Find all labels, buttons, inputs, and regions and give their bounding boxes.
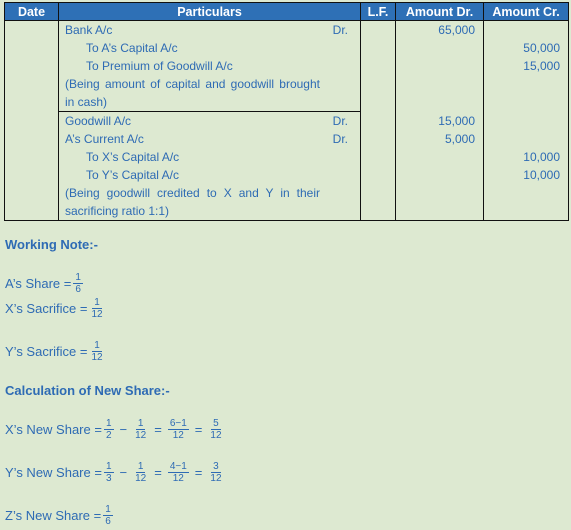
y-new-share-equation: Y’s New Share = 13 − 1 12 = 4−1 12 = 3 12 [5, 461, 222, 484]
fraction: 1 12 [135, 461, 147, 484]
journal-entry-1: Bank A/c Dr. To A’s Capital A/c To Premi… [4, 20, 569, 112]
fraction: 1 12 [91, 340, 103, 363]
entry-line: Goodwill A/c Dr. [65, 114, 348, 128]
fraction: 1 12 [135, 418, 147, 441]
entry-line: To Premium of Goodwill A/c [86, 59, 233, 73]
credit-amount: 50,000 [523, 41, 560, 55]
credit-cell: 50,000 15,000 [483, 20, 569, 112]
header-particulars: Particulars [58, 2, 361, 21]
header-amount-cr: Amount Cr. [483, 2, 569, 21]
journal-entry-2: Goodwill A/c Dr. A’s Current A/c Dr. To … [4, 111, 569, 221]
debit-amount: 15,000 [438, 113, 475, 128]
journal-table: Date Particulars L.F. Amount Dr. Amount … [4, 2, 569, 221]
lf-cell [360, 20, 396, 112]
particulars-cell: Goodwill A/c Dr. A’s Current A/c Dr. To … [58, 111, 361, 221]
narration: (Being goodwill credited to X and Y in t… [65, 186, 320, 218]
debit-cell: 15,000 5,000 [395, 111, 484, 221]
credit-amount: 10,000 [523, 149, 560, 164]
a-share-equation: A’s Share = 16 [5, 272, 83, 295]
fraction: 12 [103, 418, 114, 441]
x-sacrifice-equation: X’s Sacrifice = 1 12 [5, 297, 103, 320]
z-new-share-equation: Z’s New Share = 16 [5, 504, 113, 527]
entry-line: To X’s Capital A/c [86, 150, 180, 164]
debit-amount: 65,000 [438, 23, 475, 37]
entry-line: A’s Current A/c Dr. [65, 132, 348, 146]
fraction: 13 [103, 461, 114, 484]
fraction: 1 12 [91, 297, 103, 320]
header-amount-dr: Amount Dr. [395, 2, 484, 21]
lf-cell [360, 111, 396, 221]
dr-marker: Dr. [332, 114, 348, 128]
credit-amount: 15,000 [523, 59, 560, 73]
fraction: 4−1 12 [167, 461, 189, 484]
fraction: 16 [73, 272, 83, 295]
header-date: Date [4, 2, 59, 21]
x-new-share-equation: X’s New Share = 12 − 1 12 = 6−1 12 = 5 12 [5, 418, 222, 441]
entry-line: To A’s Capital A/c [86, 41, 178, 55]
header-lf: L.F. [360, 2, 396, 21]
particulars-cell: Bank A/c Dr. To A’s Capital A/c To Premi… [58, 20, 361, 112]
credit-amount: 10,000 [523, 167, 560, 182]
fraction: 16 [103, 504, 113, 527]
working-note-heading: Working Note:- [5, 237, 98, 252]
credit-cell: 10,000 10,000 [483, 111, 569, 221]
date-cell [4, 111, 59, 221]
entry-line: Bank A/c Dr. [65, 23, 348, 37]
debit-cell: 65,000 [395, 20, 484, 112]
narration: (Being amount of capital and goodwill br… [65, 77, 320, 109]
new-share-heading: Calculation of New Share:- [5, 383, 170, 398]
date-cell [4, 20, 59, 112]
debit-amount: 5,000 [444, 131, 475, 146]
dr-marker: Dr. [332, 23, 348, 37]
dr-marker: Dr. [332, 132, 348, 146]
y-sacrifice-equation: Y’s Sacrifice = 1 12 [5, 340, 103, 363]
fraction: 3 12 [210, 461, 222, 484]
fraction: 6−1 12 [167, 418, 189, 441]
table-header-row: Date Particulars L.F. Amount Dr. Amount … [4, 2, 569, 21]
entry-line: To Y’s Capital A/c [86, 168, 179, 182]
fraction: 5 12 [210, 418, 222, 441]
